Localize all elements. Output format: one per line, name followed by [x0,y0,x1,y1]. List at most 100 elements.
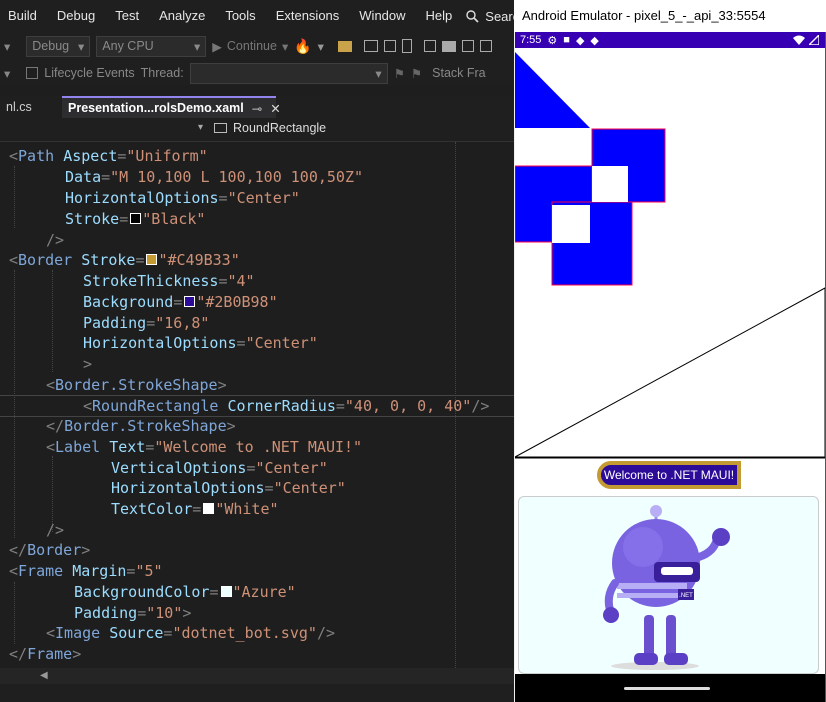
chevron-down-icon: ▾ [375,66,382,81]
search-icon [466,9,479,23]
debug-location-toolbar: ▾ Lifecycle Events Thread: ▾ ⚑ ⚑ Stack F… [0,60,514,86]
code-line: BackgroundColor= "Azure" [74,583,296,601]
document-tabs: nl.cs Presentation...rolsDemo.xaml ⊸ ✕ [0,96,514,118]
menu-build[interactable]: Build [0,0,47,32]
code-line: HorizontalOptions="Center" [65,189,300,207]
configuration-dropdown[interactable]: Debug ▾ [26,35,91,57]
welcome-label: Welcome to .NET MAUI! [603,468,735,482]
chevron-down-icon: ▾ [78,39,85,54]
toolbar-overflow-icon[interactable]: ▾ [0,66,10,81]
home-gesture-pill[interactable] [624,687,710,690]
xml-value: "4" [227,272,255,290]
color-swatch-white [203,503,215,514]
hot-reload-icon[interactable]: 🔥 [294,38,311,55]
toolbar: ▾ Debug ▾ Any CPU ▾ ▶ Continue ▾ 🔥 ▾ [0,32,514,60]
xml-attribute: HorizontalOptions [65,189,219,207]
chevron-down-icon[interactable]: ▾ [198,122,203,133]
scroll-left-icon[interactable]: ◀ [40,670,48,681]
xml-attribute: Data [65,168,102,186]
flag-icon[interactable]: ⚑ [394,66,405,81]
debug-icon[interactable] [479,40,492,52]
xml-tag: Border.StrokeShape [64,417,227,435]
welcome-border: Welcome to .NET MAUI! [597,461,741,489]
xml-value: "40, 0, 0, 40" [344,397,472,415]
step-icon[interactable] [423,40,436,52]
xml-attribute: StrokeThickness [83,272,219,290]
xml-attribute: HorizontalOptions [111,479,265,497]
xml-tag: Border [18,251,73,269]
xml-value: "#2B0B98" [196,293,278,311]
thread-dropdown[interactable]: ▾ [189,62,388,84]
window-icon[interactable] [363,40,378,52]
code-editor[interactable]: <Path Aspect="Uniform" Data="M 10,100 L … [0,142,514,668]
xml-tag: Label [55,438,101,456]
xml-attribute: CornerRadius [227,397,336,415]
xml-value: "Welcome to .NET MAUI!" [154,438,363,456]
folder-icon[interactable] [337,40,352,52]
continue-label: Continue [226,39,277,53]
chevron-down-icon[interactable]: ▾ [318,39,324,54]
color-swatch-black [130,213,142,224]
notification-icon: ◆ [575,34,585,47]
tab-code-file[interactable]: nl.cs [0,96,62,118]
xml-attribute: Text [109,438,146,456]
play-icon: ▶ [212,39,222,54]
code-line: Padding="10"> [74,604,192,622]
xml-tag: Frame [27,645,73,663]
xml-value: "16,8" [155,314,210,332]
member-dropdown[interactable]: RoundRectangle [214,121,326,135]
device-icon[interactable] [401,39,412,53]
tab-xaml-file[interactable]: Presentation...rolsDemo.xaml ⊸ ✕ [62,96,281,118]
element-icon [214,123,227,133]
color-swatch-indigo [184,296,196,307]
dotnet-bot-image: .NET [603,505,730,670]
xml-value: "Center" [255,459,328,477]
toolbar-overflow-icon[interactable]: ▾ [0,39,10,54]
lifecycle-icon[interactable] [26,67,39,79]
xml-value: "Center" [273,479,346,497]
code-line: Padding="16,8" [83,314,210,332]
xml-value: "5" [135,562,163,580]
code-line: /> [46,521,65,539]
xml-tag: Image [55,624,101,642]
continue-button[interactable]: ▶ Continue ▾ [212,39,288,54]
record-icon[interactable] [461,40,474,52]
xml-value: "M 10,100 L 100,100 100,50Z" [110,168,364,186]
code-line: <Border Stroke= "#C49B33" [9,251,240,269]
code-line: > [83,355,93,373]
layout-icon[interactable] [383,40,396,52]
menu-window[interactable]: Window [349,0,415,32]
navigation-bar: ▾ RoundRectangle [0,118,514,142]
indent-guide [52,270,53,372]
pin-icon[interactable]: ⊸ [252,101,262,116]
close-icon[interactable]: ✕ [270,101,280,116]
stack-frame-label: Stack Fra [432,66,486,80]
menu-extensions[interactable]: Extensions [266,0,350,32]
code-line: <Frame Margin="5" [9,562,163,580]
xml-value: "Uniform" [126,147,208,165]
code-line: </Border> [9,541,91,559]
code-line: StrokeThickness="4" [83,272,255,290]
horizontal-scrollbar[interactable]: ◀ [0,668,514,684]
filter-icon[interactable]: ⚑ [411,66,422,81]
lifecycle-events-button[interactable]: Lifecycle Events [44,66,134,80]
menu-tools[interactable]: Tools [215,0,265,32]
code-line: /> [46,231,65,249]
shapes-canvas [515,52,825,459]
phone-screen[interactable]: 7:55 ⚙ ■ ◆ ◆ Welcome to .NET MAUI! .NET [515,32,825,702]
tab-label: Presentation...rolsDemo.xaml [68,101,244,115]
white-square-shape [552,205,590,243]
xml-attribute: TextColor [111,500,193,518]
xml-value: "Center" [227,189,300,207]
menu-help[interactable]: Help [416,0,463,32]
indent-guide [14,582,15,644]
menu-debug[interactable]: Debug [47,0,105,32]
xml-tag: Frame [18,562,64,580]
menu-analyze[interactable]: Analyze [149,0,215,32]
triangle-path-shape [515,287,825,458]
platform-dropdown[interactable]: Any CPU ▾ [96,35,207,57]
menu-test[interactable]: Test [105,0,149,32]
code-line: HorizontalOptions="Center" [83,334,318,352]
camera-icon[interactable] [441,40,456,52]
thread-label: Thread: [140,66,184,80]
